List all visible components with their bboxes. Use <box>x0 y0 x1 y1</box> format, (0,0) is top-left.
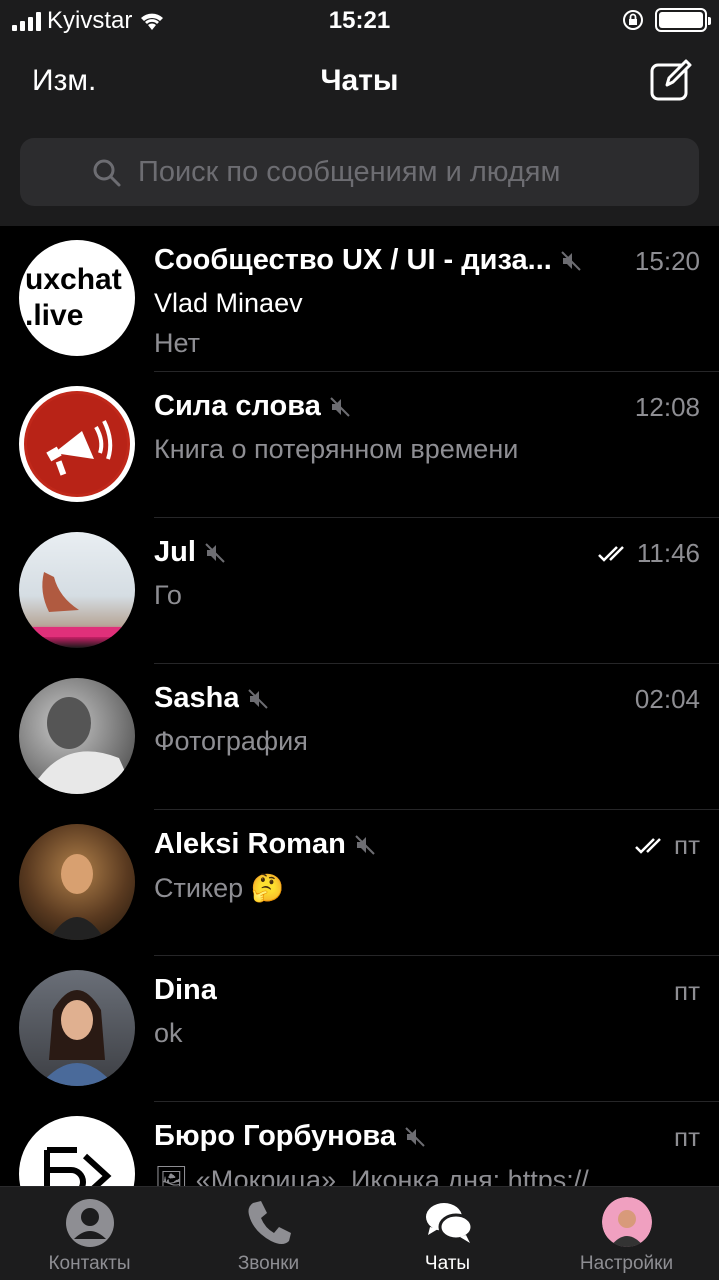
chat-preview: Стикер 🤔 <box>154 873 285 903</box>
chat-time: 11:46 <box>597 538 700 569</box>
status-bar: Kyivstar 15:21 <box>0 0 719 40</box>
chat-title: Sasha <box>154 682 269 715</box>
chat-row-ux-community[interactable]: uxchat .live Сообщество UX / UI - диза..… <box>0 226 719 372</box>
chat-sender: Vlad Minaev <box>154 288 303 318</box>
avatar-photo <box>39 990 115 1086</box>
tab-label: Звонки <box>237 1253 300 1274</box>
time-label: пт <box>674 976 700 1006</box>
chat-row-dina[interactable]: Dina пт ok <box>0 956 719 1102</box>
chat-title: Jul <box>154 536 226 569</box>
chat-preview: ok <box>154 1018 183 1048</box>
chat-bubbles-icon <box>425 1203 473 1243</box>
mute-icon <box>355 834 375 855</box>
clock: 15:21 <box>328 7 391 34</box>
avatar <box>19 824 135 940</box>
mute-icon <box>205 542 225 563</box>
profile-avatar <box>601 1197 652 1247</box>
search-area: Поиск по сообщениям и людям <box>0 128 719 226</box>
avatar-photo <box>19 572 135 637</box>
avatar <box>19 532 135 648</box>
chat-row-jul[interactable]: Jul 11:46 Го <box>0 518 719 664</box>
mute-icon <box>561 250 581 271</box>
time-label: 15:20 <box>634 246 700 276</box>
chat-name: Aleksi Roman <box>154 828 346 860</box>
chat-name: Jul <box>154 536 196 568</box>
search-icon <box>93 159 121 187</box>
page-title: Чаты <box>320 64 399 97</box>
chat-name: Dina <box>154 974 217 1006</box>
chat-list: uxchat .live Сообщество UX / UI - диза..… <box>0 226 719 1186</box>
chat-time: 15:20 <box>635 246 700 277</box>
chat-row-sasha[interactable]: Sasha 02:04 Фотография <box>0 664 719 810</box>
double-check-icon <box>635 837 661 854</box>
rotation-lock-icon <box>623 10 643 30</box>
chat-time: 12:08 <box>635 392 700 423</box>
mute-icon <box>330 396 350 417</box>
avatar-logo-text: .live <box>25 299 84 332</box>
chat-preview: Го <box>154 580 182 610</box>
time-label: пт <box>674 1122 700 1152</box>
tab-label: Настройки <box>579 1253 674 1274</box>
chat-time: 02:04 <box>635 684 700 715</box>
time-label: 12:08 <box>634 392 700 422</box>
status-right <box>621 8 711 32</box>
tab-contacts[interactable]: Контакты <box>0 1197 179 1275</box>
battery-icon <box>655 8 711 32</box>
chat-preview: 🖼 «Мокрица». Иконка дня: https:// <box>154 1165 589 1186</box>
chat-row-sila-slova[interactable]: Сила слова 12:08 Книга о потерянном врем… <box>0 372 719 518</box>
avatar <box>19 970 135 1086</box>
chat-preview: Нет <box>154 328 200 358</box>
time-label: 02:04 <box>634 684 700 714</box>
tab-label: Контакты <box>48 1253 131 1274</box>
chat-name: Сила слова <box>154 390 321 422</box>
chat-name: Sasha <box>154 682 240 714</box>
tab-label: Чаты <box>424 1253 471 1274</box>
avatar-logo-text: uxchat <box>25 263 122 296</box>
megaphone-icon <box>24 391 130 497</box>
chat-title: Бюро Горбунова <box>154 1120 426 1153</box>
mute-icon <box>405 1126 425 1147</box>
compose-icon[interactable] <box>649 58 693 102</box>
chat-title: Сила слова <box>154 390 351 423</box>
chat-row-buro-gorbunova[interactable]: Бюро Горбунова пт 🖼 «Мокрица». Иконка дн… <box>0 1102 719 1186</box>
avatar <box>19 1116 135 1186</box>
person-icon <box>65 1199 114 1247</box>
mute-icon <box>248 688 269 709</box>
tab-bar: Контакты Звонки Чаты Настройки <box>0 1186 719 1280</box>
phone-icon <box>248 1201 291 1244</box>
chat-title: Dina <box>154 974 217 1007</box>
navigation-bar: Изм. Чаты <box>0 40 719 128</box>
tab-calls[interactable]: Звонки <box>179 1197 358 1275</box>
double-check-icon <box>597 545 624 562</box>
avatar <box>19 678 135 794</box>
avatar: uxchat .live <box>19 240 135 356</box>
time-label: пт <box>674 830 700 860</box>
chat-preview: Фотография <box>154 726 308 756</box>
search-placeholder: Поиск по сообщениям и людям <box>138 155 561 188</box>
avatar <box>19 386 135 502</box>
chat-title: Сообщество UX / UI - диза... <box>154 244 582 277</box>
chat-name: Бюро Горбунова <box>154 1120 396 1152</box>
avatar-photo <box>19 697 135 794</box>
buro-logo-icon <box>44 1147 112 1186</box>
tab-settings[interactable]: Настройки <box>537 1197 716 1275</box>
chat-preview: Книга о потерянном времени <box>154 434 519 464</box>
time-label: 11:46 <box>636 538 700 568</box>
avatar-photo <box>49 854 105 940</box>
chat-time: пт <box>634 830 700 861</box>
chat-name: Сообщество UX / UI - диза... <box>154 244 552 276</box>
tab-chats[interactable]: Чаты <box>358 1197 537 1275</box>
chat-time: пт <box>674 1122 700 1153</box>
chat-title: Aleksi Roman <box>154 828 376 861</box>
chat-row-aleksi-roman[interactable]: Aleksi Roman пт Стикер 🤔 <box>0 810 719 956</box>
chat-time: пт <box>674 976 700 1007</box>
